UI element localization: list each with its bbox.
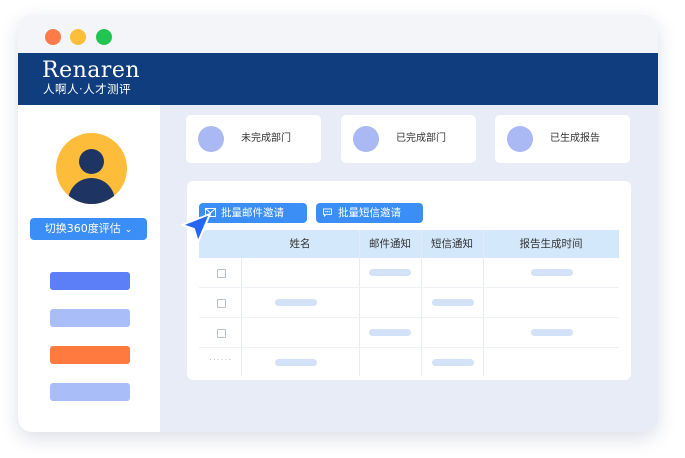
table-row[interactable] (199, 318, 619, 348)
sidebar-item-3[interactable] (50, 346, 130, 364)
sidebar-item-2[interactable] (50, 309, 130, 327)
app-window: Renaren 人啊人·人才测评 切换360度评估 ⌄ 未完成部门 已完成部门 已… (18, 15, 658, 432)
message-icon (323, 208, 332, 217)
close-window-button[interactable] (45, 29, 61, 45)
switch-360-evaluation-button[interactable]: 切换360度评估 ⌄ (30, 218, 147, 240)
summary-card-reports[interactable]: 已生成报告 (495, 115, 630, 163)
row-checkbox[interactable] (217, 299, 226, 308)
avatar (56, 133, 127, 204)
brand-tagline: 人啊人·人才测评 (43, 82, 132, 96)
summary-card-complete[interactable]: 已完成部门 (341, 115, 476, 163)
column-header-report-time[interactable]: 报告生成时间 (483, 230, 619, 258)
row-checkbox[interactable] (217, 329, 226, 338)
minimize-window-button[interactable] (70, 29, 86, 45)
circle-icon (507, 126, 533, 152)
brand-logo: Renaren (42, 58, 141, 83)
pointer-cursor-icon (181, 213, 211, 243)
sms-status-placeholder (432, 299, 474, 306)
batch-sms-invite-button[interactable]: 批量短信邀请 (316, 203, 423, 223)
sidebar-item-1[interactable] (50, 272, 130, 290)
column-header-name[interactable]: 姓名 (241, 230, 359, 258)
table-row[interactable]: ...... (199, 348, 619, 377)
table-row[interactable] (199, 288, 619, 318)
app-header: Renaren 人啊人·人才测评 (18, 53, 658, 105)
summary-card-label: 未完成部门 (241, 133, 291, 144)
report-time-placeholder (531, 329, 573, 336)
sms-status-placeholder (432, 359, 474, 366)
circle-icon (353, 126, 379, 152)
table-row[interactable] (199, 258, 619, 288)
column-header-email[interactable]: 邮件通知 (359, 230, 421, 258)
batch-email-invite-button[interactable]: 批量邮件邀请 (199, 203, 307, 223)
row-checkbox[interactable] (217, 269, 226, 278)
switch-button-label: 切换360度评估 (44, 222, 121, 235)
maximize-window-button[interactable] (96, 29, 112, 45)
email-invite-label: 批量邮件邀请 (221, 207, 284, 219)
report-time-placeholder (531, 269, 573, 276)
email-status-placeholder (369, 269, 411, 276)
user-head-icon (79, 149, 104, 174)
user-body-icon (68, 178, 115, 204)
email-status-placeholder (369, 329, 411, 336)
column-header-sms[interactable]: 短信通知 (421, 230, 483, 258)
main-content: 未完成部门 已完成部门 已生成报告 批量邮件邀请 批量短信邀请 姓名 邮件通知 … (160, 105, 658, 432)
title-bar (18, 15, 658, 53)
summary-card-incomplete[interactable]: 未完成部门 (186, 115, 321, 163)
circle-icon (198, 126, 224, 152)
sidebar: 切换360度评估 ⌄ (18, 105, 160, 432)
sms-invite-label: 批量短信邀请 (338, 207, 401, 219)
summary-card-label: 已完成部门 (396, 133, 446, 144)
sidebar-item-4[interactable] (50, 383, 130, 401)
name-placeholder (275, 299, 317, 306)
summary-card-label: 已生成报告 (550, 133, 600, 144)
chevron-down-icon: ⌄ (124, 225, 133, 235)
invite-panel: 批量邮件邀请 批量短信邀请 姓名 邮件通知 短信通知 报告生成时间 ...... (187, 181, 631, 380)
table-header: 姓名 邮件通知 短信通知 报告生成时间 (199, 230, 619, 258)
more-rows-indicator: ...... (209, 353, 233, 363)
name-placeholder (275, 359, 317, 366)
